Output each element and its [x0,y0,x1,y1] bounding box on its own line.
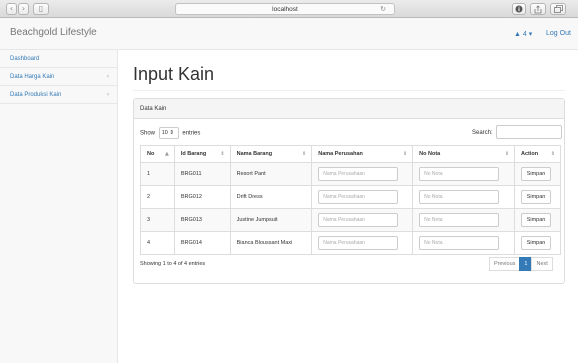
data-kain-panel: Data Kain Show 10 ⇕ entries Search: No ▲ … [133,98,565,284]
column-header-no-nota[interactable]: No Nota ⇕ [412,145,516,163]
cell-no-nota: No Nota [412,162,516,186]
brand-name[interactable]: Beachgold Lifestyle [10,27,97,38]
sort-icon: ⇕ [504,151,510,157]
cell-action: Simpan [514,208,561,232]
alerts-label: ▲ 4 ▾ [514,31,533,38]
search-input[interactable] [496,125,562,139]
cell-action: Simpan [514,185,561,209]
sidebar-item-label: Data Produksi Kain [10,92,62,98]
table-row: 3 BRG013 Justine Jumpsuit Nama Perusahaa… [140,208,561,232]
no-nota-input[interactable]: No Nota [419,236,500,250]
no-nota-input[interactable]: No Nota [419,190,500,204]
cell-nama-barang: Drift Dress [229,185,313,209]
cell-no: 2 [140,185,175,209]
panel-heading: Data Kain [134,99,564,119]
cell-action: Simpan [514,231,561,255]
tabs-icon[interactable] [550,3,566,15]
cell-nama-perusahaan: Nama Perusahaan [311,208,414,232]
sort-icon: ⇕ [402,151,408,157]
cell-nama-barang: Resort Pant [229,162,313,186]
no-nota-input[interactable]: No Nota [419,213,500,227]
previous-page-button[interactable]: Previous [489,257,521,271]
cell-id-barang: BRG011 [173,162,231,186]
simpan-button[interactable]: Simpan [521,213,552,227]
column-header-nama-perusahan[interactable]: Nama Perusahan ⇕ [311,145,414,163]
chevron-left-icon: ‹ [106,73,109,80]
back-button[interactable]: ‹ [6,3,17,15]
title-divider [133,90,565,91]
sort-ascending-icon: ▲ [164,151,169,157]
simpan-button[interactable]: Simpan [521,236,552,250]
cell-nama-barang: Bianca Bloussant Maxi [229,231,313,255]
sidebar-item-dashboard[interactable]: Dashboard [0,50,117,68]
entries-select[interactable]: 10 ⇕ [158,127,179,139]
cell-id-barang: BRG013 [173,208,231,232]
reload-icon[interactable]: ↻ [380,4,386,15]
sidebar-item-data-harga-kain[interactable]: Data Harga Kain ‹ [0,68,117,86]
table-row: 1 BRG011 Resort Pant Nama Perusahaan No … [140,162,561,186]
column-header-id-barang[interactable]: Id Barang ⇕ [173,145,231,163]
pagination: Previous 1 Next [489,257,553,271]
simpan-button[interactable]: Simpan [521,190,552,204]
table-info: Showing 1 to 4 of 4 entries [140,261,206,267]
entries-label: entries [182,130,201,137]
cell-no-nota: No Nota [412,231,516,255]
info-icon[interactable] [512,3,526,15]
logout-link[interactable]: Log Out [546,30,571,37]
table-header-row: No ▲ Id Barang ⇕ Nama Barang ⇕ Nama Perusah… [140,145,561,163]
sidebar-item-label: Data Harga Kain [10,74,55,80]
share-icon[interactable] [530,3,546,15]
column-header-nama-barang[interactable]: Nama Barang ⇕ [229,145,313,163]
sidebar: Dashboard Data Harga Kain ‹ Data Produks… [0,50,118,363]
cell-id-barang: BRG012 [173,185,231,209]
nama-perusahaan-input[interactable]: Nama Perusahaan [318,236,399,250]
cell-nama-perusahaan: Nama Perusahaan [311,162,414,186]
cell-nama-perusahaan: Nama Perusahaan [311,231,414,255]
table-row: 2 BRG012 Drift Dress Nama Perusahaan No … [140,185,561,209]
cell-action: Simpan [514,162,561,186]
entries-length-control: Show 10 ⇕ entries [140,127,200,140]
next-page-button[interactable]: Next [531,257,553,271]
entries-value: 10 [161,130,168,136]
cell-no-nota: No Nota [412,185,516,209]
browser-toolbar: ‹ › ▯ localhost ↻ [0,0,578,18]
sidebar-item-label: Dashboard [10,56,40,62]
chevron-left-icon: ‹ [106,91,109,98]
cell-no-nota: No Nota [412,208,516,232]
table-row: 4 BRG014 Bianca Bloussant Maxi Nama Peru… [140,231,561,255]
alerts-dropdown[interactable]: ▲ 4 ▾ [514,30,532,38]
cell-no: 1 [140,162,175,186]
address-bar[interactable]: localhost ↻ [175,3,395,15]
search-label: Search: [472,130,493,136]
nama-perusahaan-input[interactable]: Nama Perusahaan [318,190,399,204]
show-label: Show [140,130,156,137]
nama-perusahaan-input[interactable]: Nama Perusahaan [318,167,399,181]
sort-icon: ⇕ [220,151,225,157]
sort-icon: ⇕ [302,151,307,157]
cell-nama-barang: Justine Jumpsuit [229,208,313,232]
top-navbar: Beachgold Lifestyle ▲ 4 ▾ Log Out [0,18,578,50]
cell-id-barang: BRG014 [173,231,231,255]
cell-no: 4 [140,231,175,255]
address-text: localhost [272,6,298,13]
sort-icon: ⇕ [550,151,555,157]
nama-perusahaan-input[interactable]: Nama Perusahaan [318,213,399,227]
page-title: Input Kain [133,64,215,84]
simpan-button[interactable]: Simpan [521,167,552,181]
cell-nama-perusahaan: Nama Perusahaan [311,185,414,209]
sidebar-toggle-icon[interactable]: ▯ [33,3,49,15]
sidebar-item-data-produksi-kain[interactable]: Data Produksi Kain ‹ [0,86,117,104]
data-kain-table: No ▲ Id Barang ⇕ Nama Barang ⇕ Nama Perusah… [140,145,561,255]
column-header-action[interactable]: Action ⇕ [514,145,561,163]
forward-button[interactable]: › [18,3,29,15]
cell-no: 3 [140,208,175,232]
no-nota-input[interactable]: No Nota [419,167,500,181]
column-header-no[interactable]: No ▲ [140,145,175,163]
